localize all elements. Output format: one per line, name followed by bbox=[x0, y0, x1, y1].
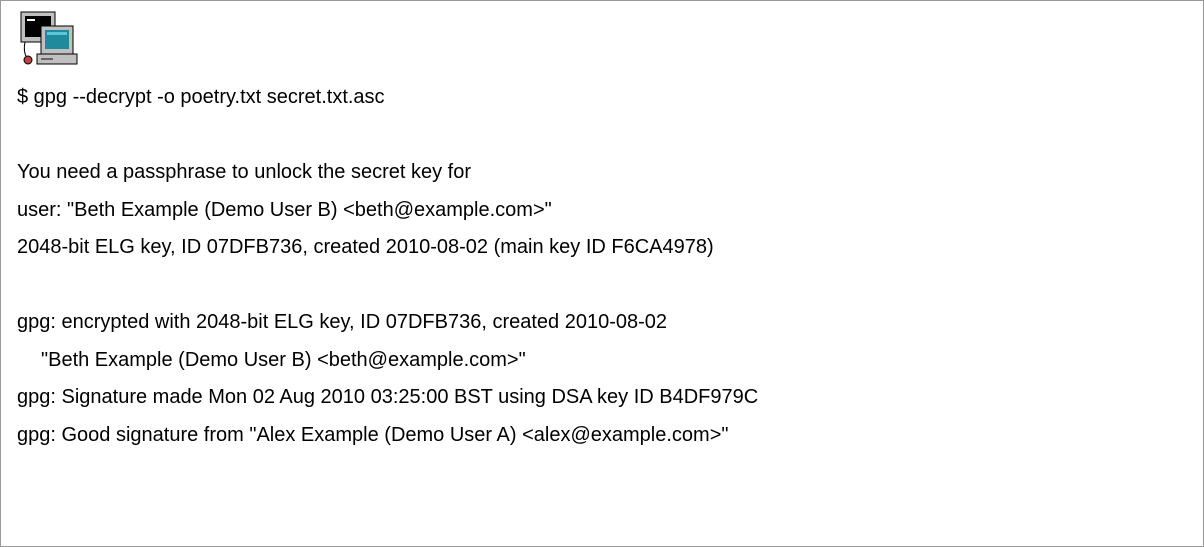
output-line: gpg: Signature made Mon 02 Aug 2010 03:2… bbox=[17, 386, 759, 408]
terminal-computer-icon bbox=[17, 10, 79, 70]
command-line: $ gpg --decrypt -o poetry.txt secret.txt… bbox=[17, 86, 385, 108]
output-line: 2048-bit ELG key, ID 07DFB736, created 2… bbox=[17, 236, 714, 258]
output-line: You need a passphrase to unlock the secr… bbox=[17, 161, 471, 183]
output-line: "Beth Example (Demo User B) <beth@exampl… bbox=[41, 348, 526, 371]
output-line: gpg: encrypted with 2048-bit ELG key, ID… bbox=[17, 311, 668, 333]
terminal-output: $ gpg --decrypt -o poetry.txt secret.txt… bbox=[17, 79, 1187, 454]
output-line: user: "Beth Example (Demo User B) <beth@… bbox=[17, 198, 552, 221]
output-line: gpg: Good signature from "Alex Example (… bbox=[17, 423, 729, 446]
terminal-window: $ gpg --decrypt -o poetry.txt secret.txt… bbox=[0, 0, 1204, 547]
